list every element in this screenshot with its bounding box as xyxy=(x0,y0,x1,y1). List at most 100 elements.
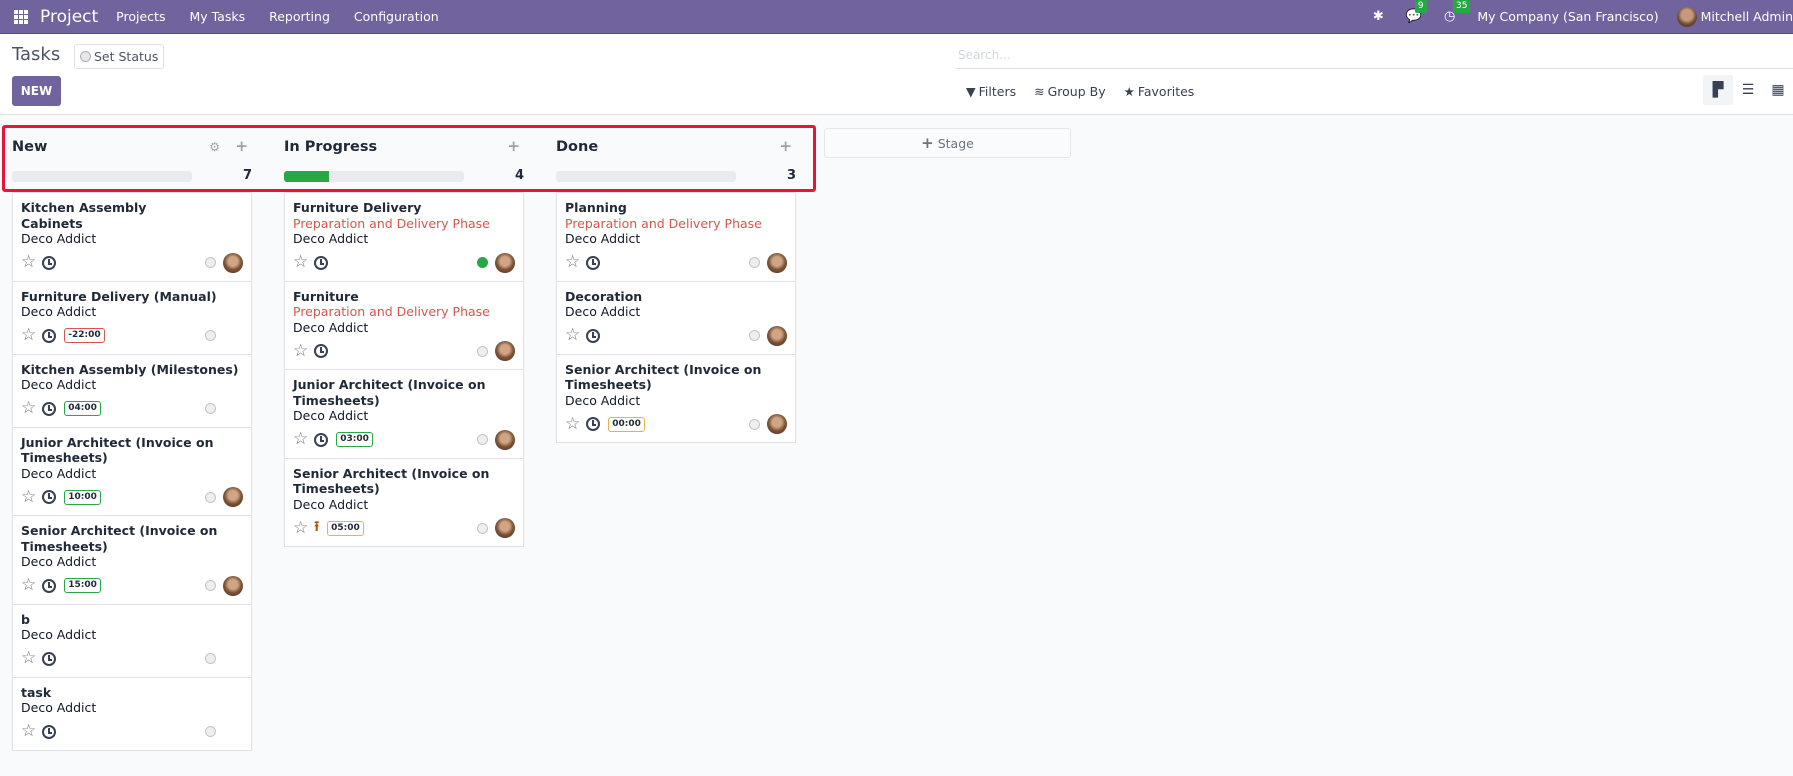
task-state-icon[interactable] xyxy=(477,522,488,534)
star-icon[interactable]: ☆ xyxy=(21,400,36,417)
column-progress-bar[interactable] xyxy=(284,171,464,182)
task-state-icon[interactable] xyxy=(477,434,488,445)
task-state-icon[interactable] xyxy=(205,257,216,268)
star-icon[interactable]: ☆ xyxy=(21,488,36,506)
assignee-avatar[interactable] xyxy=(495,429,515,450)
column-title[interactable]: New xyxy=(12,139,47,155)
task-state-icon[interactable] xyxy=(205,403,216,414)
clock-icon[interactable] xyxy=(586,255,601,270)
gear-icon[interactable]: ⚙ xyxy=(209,140,220,154)
star-icon[interactable]: ☆ xyxy=(565,327,580,344)
task-state-icon[interactable] xyxy=(749,418,760,430)
clock-icon[interactable] xyxy=(314,432,329,447)
star-icon[interactable]: ☆ xyxy=(293,431,308,448)
star-icon[interactable]: ☆ xyxy=(293,254,308,271)
column-progress-bar[interactable] xyxy=(556,171,736,182)
task-state-icon[interactable] xyxy=(749,257,760,268)
column-title[interactable]: Done xyxy=(556,139,598,155)
filters-button[interactable]: ▼ Filters xyxy=(966,84,1016,99)
menu-projects[interactable]: Projects xyxy=(116,9,165,24)
task-card[interactable]: b Deco Addict ☆ xyxy=(13,604,251,678)
clock-icon[interactable] xyxy=(314,344,329,358)
clock-icon[interactable] xyxy=(42,328,57,343)
task-state-icon[interactable] xyxy=(477,257,488,268)
card-list: Kitchen Assembly Cabinets Deco Addict ☆ … xyxy=(12,192,252,751)
company-switcher[interactable]: My Company (San Francisco) xyxy=(1477,9,1658,24)
list-view-button[interactable]: ☰ xyxy=(1733,75,1763,105)
group-by-button[interactable]: ≋ Group By xyxy=(1034,84,1106,99)
task-card[interactable]: Kitchen Assembly Cabinets Deco Addict ☆ xyxy=(13,193,251,282)
user-avatar[interactable] xyxy=(1676,6,1697,27)
star-icon[interactable]: ☆ xyxy=(21,577,36,594)
task-card[interactable]: Senior Architect (Invoice on Timesheets)… xyxy=(557,354,795,442)
task-state-icon[interactable] xyxy=(205,330,216,341)
new-button[interactable]: NEW xyxy=(12,76,61,106)
clock-icon[interactable] xyxy=(42,724,57,739)
clock-icon[interactable] xyxy=(42,255,57,270)
assignee-avatar[interactable] xyxy=(223,252,243,273)
assignee-avatar[interactable] xyxy=(767,252,787,273)
task-state-icon[interactable] xyxy=(205,580,216,591)
set-status-button[interactable]: Set Status xyxy=(74,44,165,69)
task-card[interactable]: Senior Architect (Invoice on Timesheets)… xyxy=(285,458,523,546)
clock-icon[interactable] xyxy=(42,490,57,504)
task-state-icon[interactable] xyxy=(749,330,760,341)
task-state-icon[interactable] xyxy=(477,345,488,357)
star-icon[interactable]: ☆ xyxy=(293,519,308,537)
star-icon[interactable]: ☆ xyxy=(21,723,36,740)
upload-icon[interactable]: ⭱ xyxy=(314,516,319,540)
menu-my-tasks[interactable]: My Tasks xyxy=(189,9,245,24)
assignee-avatar[interactable] xyxy=(495,341,515,361)
task-state-icon[interactable] xyxy=(205,491,216,503)
task-card[interactable]: task Deco Addict ☆ xyxy=(13,677,251,750)
task-state-icon[interactable] xyxy=(205,726,216,737)
task-state-icon[interactable] xyxy=(205,653,216,664)
task-card[interactable]: Kitchen Assembly (Milestones) Deco Addic… xyxy=(13,354,251,428)
column-count: 7 xyxy=(242,168,252,183)
column-title[interactable]: In Progress xyxy=(284,139,377,155)
user-menu[interactable]: Mitchell Admin xyxy=(1701,9,1793,24)
task-card[interactable]: Senior Architect (Invoice on Timesheets)… xyxy=(13,516,251,605)
clock-icon[interactable] xyxy=(42,651,57,666)
apps-menu-icon[interactable] xyxy=(14,9,28,24)
star-icon[interactable]: ☆ xyxy=(565,254,580,271)
calendar-view-button[interactable]: ▦ xyxy=(1763,75,1793,105)
assignee-avatar[interactable] xyxy=(767,414,787,434)
clock-icon[interactable]: ◷ 35 xyxy=(1444,0,1471,24)
assignee-avatar[interactable] xyxy=(223,487,243,507)
clock-icon[interactable] xyxy=(42,578,57,593)
clock-icon[interactable] xyxy=(586,328,601,343)
add-stage-button[interactable]: + Stage xyxy=(824,128,1071,158)
task-card[interactable]: Decoration Deco Addict ☆ xyxy=(557,281,795,355)
quick-create-plus-icon[interactable]: + xyxy=(235,137,248,155)
chat-icon[interactable]: 💬 9 xyxy=(1406,0,1427,24)
task-card[interactable]: Junior Architect (Invoice on Timesheets)… xyxy=(13,427,251,516)
task-card[interactable]: Planning Preparation and Delivery Phase … xyxy=(557,193,795,282)
column-progress-bar[interactable] xyxy=(12,171,192,182)
task-card[interactable]: Furniture Delivery Preparation and Deliv… xyxy=(285,193,523,282)
clock-icon[interactable] xyxy=(586,417,601,431)
menu-reporting[interactable]: Reporting xyxy=(269,9,330,24)
quick-create-plus-icon[interactable]: + xyxy=(779,137,792,155)
kanban-view-button[interactable]: ▛ xyxy=(1703,75,1733,105)
menu-configuration[interactable]: Configuration xyxy=(354,9,439,24)
star-icon[interactable]: ☆ xyxy=(21,650,36,667)
bug-icon[interactable]: ✱ xyxy=(1373,9,1384,24)
assignee-avatar[interactable] xyxy=(767,325,787,346)
task-card[interactable]: Junior Architect (Invoice on Timesheets)… xyxy=(285,370,523,459)
task-card[interactable]: Furniture Delivery (Manual) Deco Addict … xyxy=(13,281,251,355)
search-input[interactable] xyxy=(956,42,1793,69)
star-icon[interactable]: ☆ xyxy=(21,327,36,344)
star-icon[interactable]: ☆ xyxy=(565,415,580,433)
assignee-avatar[interactable] xyxy=(495,518,515,538)
clock-icon[interactable] xyxy=(42,401,57,416)
star-icon[interactable]: ☆ xyxy=(21,254,36,271)
star-icon[interactable]: ☆ xyxy=(293,342,308,360)
quick-create-plus-icon[interactable]: + xyxy=(507,137,520,155)
assignee-avatar[interactable] xyxy=(223,575,243,596)
task-card[interactable]: Furniture Preparation and Delivery Phase… xyxy=(285,281,523,370)
favorites-button[interactable]: ★ Favorites xyxy=(1124,84,1195,99)
app-name[interactable]: Project xyxy=(40,7,98,27)
clock-icon[interactable] xyxy=(314,255,329,270)
assignee-avatar[interactable] xyxy=(495,252,515,273)
